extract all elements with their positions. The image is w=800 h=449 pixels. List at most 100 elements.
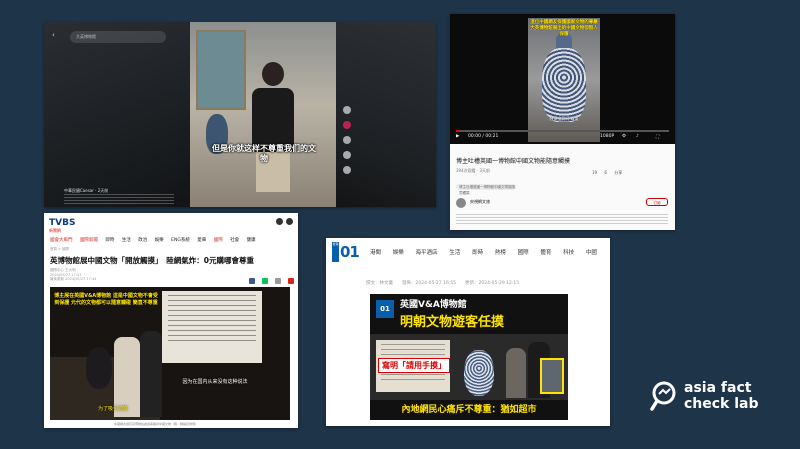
magnifier-icon <box>650 381 676 411</box>
nav-item[interactable]: 港聞 <box>370 250 381 256</box>
overlay-subtitle: 触摸宝贝 不尊重 <box>549 116 579 121</box>
side-action-icons <box>340 106 354 181</box>
article-headline: 英博物館展中國文物「開放觸摸」 陸網氣炸：0元購哪會尊重 <box>50 256 254 265</box>
comment-count[interactable]: 6 <box>604 170 607 175</box>
hk01-logo[interactable]: 香港 01 <box>332 242 360 262</box>
inset-photo <box>540 358 564 394</box>
nav-item[interactable]: 科技 <box>563 250 574 256</box>
asia-fact-check-lab-logo: asia fact check lab <box>650 378 780 418</box>
article-meta: 國際中心 王大明 2024/05/27 17:43 最後更新 2024/05/2… <box>50 268 97 281</box>
image-headline-2: 明朝文物遊客任摸 <box>400 315 505 330</box>
video-screenshot-1: ‹ 大英博物館 但是你就这样不尊重我们的文物 中華民國Caesar · 2天前 <box>44 22 436 207</box>
nav-item[interactable]: ENG系統 <box>171 238 190 243</box>
share-button[interactable]: 分享 <box>614 170 622 176</box>
image-headline-1: 英國V&A博物館 <box>400 300 467 310</box>
nav-item[interactable]: 熱榜 <box>495 250 506 256</box>
museum-tapestry <box>196 30 246 110</box>
quality-label[interactable]: 1080P <box>600 134 614 139</box>
channel-name[interactable]: 央視網文旅 <box>470 199 490 205</box>
nav-item[interactable]: 中國 <box>586 250 597 256</box>
watermark-line-2: check lab <box>684 396 759 412</box>
video-caption-lines <box>64 194 174 204</box>
article-image: 01 英國V&A博物館 明朝文物遊客任摸 寫明「請用手摸」 內地網民心痛斥不尊重… <box>370 294 568 420</box>
line-icon[interactable] <box>262 278 269 284</box>
tvbs-logo[interactable]: TVBS 新聞網 <box>49 218 77 234</box>
video-subtitle: 但是你就这样不尊重我们的文物 <box>212 144 316 163</box>
video-actions: 19 6 分享 <box>592 170 628 176</box>
breadcrumb[interactable]: 首頁 > 國際 <box>50 247 69 252</box>
hk01-news-screenshot: 香港 01 港聞 娛樂 海平酒店 生活 即時 熱榜 國際 體育 科技 中國 撰文… <box>326 238 610 426</box>
play-icon[interactable]: ▶ <box>456 134 459 139</box>
progress-bar[interactable] <box>456 130 669 132</box>
person-figure <box>252 62 296 192</box>
like-count[interactable]: 19 <box>592 170 597 175</box>
volume-icon[interactable]: ♪ <box>636 134 639 139</box>
topic-tag[interactable]: 博主吐槽英國一博物館中國文物能隨意觸摸 <box>456 184 516 195</box>
avatar-icon[interactable] <box>343 106 351 114</box>
link-icon[interactable] <box>275 278 282 284</box>
image-caption-mid: 因为在国内从来没有这种说法 <box>182 379 248 385</box>
watermark-line-1: asia fact <box>684 380 752 396</box>
nav-item[interactable]: 社會 <box>230 238 239 243</box>
share-icon[interactable] <box>343 166 351 174</box>
progress-fill <box>456 130 461 132</box>
image-bottom-caption: 內地網民心痛斥不尊重：猶如超市 <box>370 400 568 420</box>
close-icon[interactable] <box>286 218 293 225</box>
settings-icon[interactable]: ⚙ <box>622 134 626 139</box>
blue-white-vase <box>464 350 494 396</box>
nav-item[interactable]: 國際 <box>214 238 223 243</box>
photo-credit: 中國網友抱怨英博物館讓遊客觸摸中國文物（圖／翻攝自微博） <box>114 422 199 426</box>
article-image: 博主展在英國V&A博物館 這是中國文物不會受到保護 元代的文物都可以隨意觸碰 簡… <box>50 287 290 420</box>
visitor-figure <box>506 348 526 398</box>
subscribe-button[interactable]: 订阅 <box>646 198 668 206</box>
share-icons <box>249 269 296 288</box>
main-nav: 國會大風門 國際新聞 即時 生活 政治 娛樂 ENG系統 愛車 國際 社會 健康 <box>50 237 294 243</box>
nav-item[interactable]: 生活 <box>122 238 131 243</box>
nav-item[interactable]: 娛樂 <box>155 238 164 243</box>
vase-image <box>86 347 112 389</box>
nav-item[interactable]: 國際新聞 <box>80 238 98 243</box>
nav-item[interactable]: 國會大風門 <box>50 238 73 243</box>
video-frame[interactable] <box>190 22 336 207</box>
image-caption-top: 博主展在英國V&A博物館 這是中國文物不會受到保護 元代的文物都可以隨意觸碰 簡… <box>54 293 158 306</box>
facebook-icon[interactable] <box>249 278 255 284</box>
video-frame: 這位中國網友保護國家文物的尊嚴 大英博物館展出的中國文物卻無人保護 触摸宝贝 不… <box>528 18 600 142</box>
article-meta: 撰文：林文蕾 發佈：2024-05-27 16:55 更新：2024-05-29… <box>366 281 520 286</box>
nav-item[interactable]: 海平酒店 <box>416 250 438 256</box>
nav-item[interactable]: 政治 <box>138 238 147 243</box>
visitor-figure <box>140 331 162 417</box>
nav-item[interactable]: 娛樂 <box>393 250 404 256</box>
text-tablet <box>162 291 262 363</box>
back-arrow-icon[interactable]: ‹ <box>52 31 60 39</box>
menu-icon[interactable] <box>276 218 283 225</box>
nav-item[interactable]: 即時 <box>105 238 114 243</box>
video-title: 博主吐槽英國一博物館中國文物能隨意觸摸 <box>456 158 571 165</box>
blurred-background-left <box>44 22 190 207</box>
comment-icon[interactable] <box>343 136 351 144</box>
bookmark-icon[interactable] <box>288 278 295 284</box>
channel-avatar[interactable] <box>456 198 466 208</box>
heart-icon[interactable] <box>343 121 351 129</box>
blue-white-vase <box>542 48 586 122</box>
main-nav: 港聞 娛樂 海平酒店 生活 即時 熱榜 國際 體育 科技 中國 <box>370 248 608 256</box>
time-readout: 00:00 / 00:21 <box>468 134 499 139</box>
bookmark-icon[interactable] <box>343 151 351 159</box>
highlight-stamp: 寫明「請用手摸」 <box>378 358 450 373</box>
nav-item[interactable]: 即時 <box>472 250 483 256</box>
tvbs-news-screenshot: TVBS 新聞網 國會大風門 國際新聞 即時 生活 政治 娛樂 ENG系統 愛車… <box>44 213 298 428</box>
search-input[interactable]: 大英博物館 <box>70 31 166 43</box>
video-player[interactable]: 這位中國網友保護國家文物的尊嚴 大英博物館展出的中國文物卻無人保護 触摸宝贝 不… <box>450 14 675 144</box>
image-caption-bottom: 为了吸引游客 <box>98 406 129 412</box>
hk01-badge: 01 <box>376 300 394 318</box>
fullscreen-icon[interactable]: ⛶ <box>656 134 659 140</box>
view-count: 394次观看 · 3天前 <box>456 168 490 173</box>
nav-item[interactable]: 健康 <box>247 238 256 243</box>
nav-item[interactable]: 體育 <box>540 250 551 256</box>
nav-item[interactable]: 愛車 <box>197 238 206 243</box>
video-screenshot-2: 這位中國網友保護國家文物的尊嚴 大英博物館展出的中國文物卻無人保護 触摸宝贝 不… <box>450 14 675 230</box>
nav-item[interactable]: 生活 <box>449 250 460 256</box>
overlay-text: 這位中國網友保護國家文物的尊嚴 大英博物館展出的中國文物卻無人保護 <box>530 20 598 37</box>
comment-text <box>456 214 668 224</box>
nav-item[interactable]: 國際 <box>518 250 529 256</box>
player-controls: ▶ 00:00 / 00:21 1080P ⚙ ♪ ⛶ <box>450 130 675 144</box>
